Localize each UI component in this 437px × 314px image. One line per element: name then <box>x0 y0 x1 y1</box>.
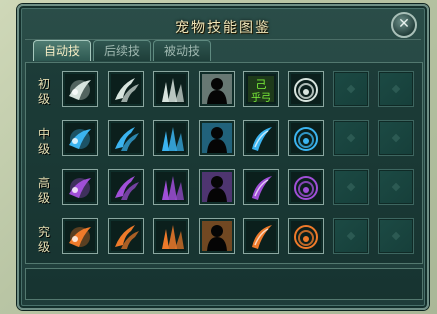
close-button[interactable]: ✕ <box>391 12 417 38</box>
skill-slot[interactable] <box>153 218 189 254</box>
description-bar <box>25 268 423 300</box>
green-rune-icon: 己 乎弓 <box>246 74 276 104</box>
shards-purple-icon <box>156 172 186 202</box>
svg-text:己: 己 <box>256 78 267 91</box>
fire-slash-icon <box>246 221 276 251</box>
blue-slash-icon <box>246 123 276 153</box>
skill-slot[interactable] <box>243 218 279 254</box>
skill-slot[interactable]: 己 乎弓 <box>243 71 279 107</box>
ice-shards-blue-icon <box>156 123 186 153</box>
silhouette-teal-icon <box>202 123 232 153</box>
skill-slot[interactable] <box>243 120 279 156</box>
skill-slot[interactable] <box>108 71 144 107</box>
blue-burst-icon <box>65 123 95 153</box>
skill-slot[interactable] <box>288 71 324 107</box>
empty-skill-slot <box>378 169 414 205</box>
silhouette-pink-icon <box>202 172 232 202</box>
svg-text:乎弓: 乎弓 <box>251 92 271 104</box>
silhouette-red-icon <box>202 74 232 104</box>
skill-slot[interactable] <box>62 169 98 205</box>
skill-slot[interactable] <box>199 218 235 254</box>
skill-slot[interactable] <box>153 71 189 107</box>
skill-slot[interactable] <box>153 169 189 205</box>
vortex-cyan-icon <box>291 123 321 153</box>
title-bar: 宠物技能图鉴 ✕ <box>25 11 421 40</box>
claw-orange-icon <box>111 221 141 251</box>
shards-orange-icon <box>156 221 186 251</box>
vortex-gray-icon <box>291 74 321 104</box>
vortex-purple-icon <box>291 172 321 202</box>
empty-skill-slot <box>333 71 369 107</box>
empty-skill-slot <box>333 120 369 156</box>
empty-skill-slot <box>378 71 414 107</box>
empty-skill-slot <box>378 120 414 156</box>
tab-follow-skill[interactable]: 后续技 <box>93 40 151 61</box>
skill-slot[interactable] <box>243 169 279 205</box>
pet-skill-window: 宠物技能图鉴 ✕ 自动技 后续技 被动技 初级 中级 高级 究级 己 乎弓 <box>17 4 429 310</box>
tab-auto-skill[interactable]: 自动技 <box>33 40 91 61</box>
purple-burst-icon <box>65 172 95 202</box>
skill-slot[interactable] <box>62 71 98 107</box>
skill-slot[interactable] <box>62 120 98 156</box>
vortex-red-icon <box>291 221 321 251</box>
skill-slot[interactable] <box>199 120 235 156</box>
skill-slot[interactable] <box>108 120 144 156</box>
row-label-basic: 初级 <box>37 77 50 106</box>
wind-fan-icon <box>65 74 95 104</box>
skill-slot[interactable] <box>199 71 235 107</box>
skill-grid-panel: 初级 中级 高级 究级 己 乎弓 <box>25 62 423 264</box>
row-label-mid: 中级 <box>37 127 50 156</box>
skill-slot[interactable] <box>199 169 235 205</box>
flower-burst-icon <box>65 221 95 251</box>
skill-slot[interactable] <box>108 218 144 254</box>
empty-skill-slot <box>333 169 369 205</box>
claw-cyan-icon <box>111 123 141 153</box>
ice-shards-icon <box>156 74 186 104</box>
claw-purple-icon <box>111 172 141 202</box>
tab-passive-skill[interactable]: 被动技 <box>153 40 211 61</box>
skill-slot[interactable] <box>62 218 98 254</box>
skill-slot[interactable] <box>153 120 189 156</box>
empty-skill-slot <box>333 218 369 254</box>
skill-slot[interactable] <box>288 169 324 205</box>
skill-slot[interactable] <box>108 169 144 205</box>
row-label-ultimate: 究级 <box>37 225 50 254</box>
silhouette-orange-icon <box>202 221 232 251</box>
window-title: 宠物技能图鉴 <box>175 20 271 36</box>
claw-gray-icon <box>111 74 141 104</box>
purple-slash-icon <box>246 172 276 202</box>
row-label-high: 高级 <box>37 176 50 205</box>
empty-skill-slot <box>378 218 414 254</box>
skill-slot[interactable] <box>288 218 324 254</box>
skill-slot[interactable] <box>288 120 324 156</box>
